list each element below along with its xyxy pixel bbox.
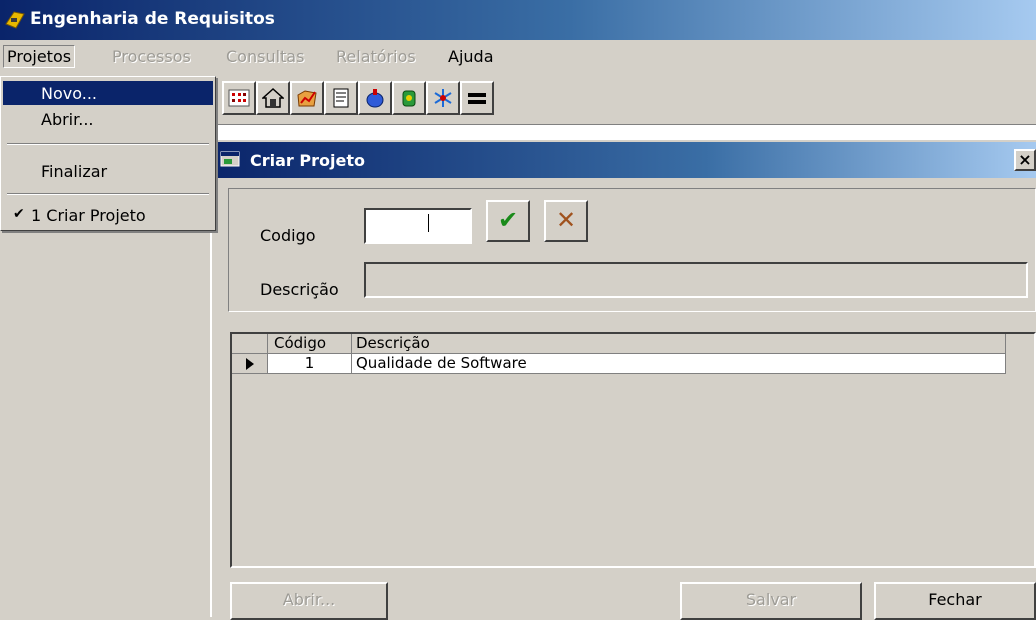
menu-projetos[interactable]: Projetos — [3, 45, 76, 68]
tool-icon — [402, 90, 416, 107]
app-title: Engenharia de Requisitos — [30, 9, 275, 29]
menu-item-abrir-label: Abrir... — [41, 110, 94, 129]
snowflake-icon — [434, 89, 452, 107]
dialog-titlebar: Criar Projeto — [210, 142, 1036, 178]
projects-grid[interactable]: Código Descrição 1 Qualidade de Software — [230, 332, 1036, 568]
menu-item-abrir[interactable]: Abrir... — [3, 107, 213, 131]
toolbar-button-grid[interactable] — [222, 81, 256, 115]
menu-consultas[interactable]: Consultas — [226, 47, 304, 66]
descricao-label: Descrição — [260, 280, 339, 299]
toolbar — [218, 78, 1036, 122]
menu-processos[interactable]: Processos — [112, 47, 191, 66]
menubar: Projetos Processos Consultas Relatórios … — [0, 40, 1036, 74]
menu-ajuda[interactable]: Ajuda — [448, 47, 494, 66]
menu-separator — [7, 143, 209, 145]
menu-relatorios[interactable]: Relatórios — [336, 47, 416, 66]
toolbar-button-equals[interactable] — [460, 81, 494, 115]
cancel-button[interactable]: ✕ — [544, 200, 588, 242]
menu-item-recent-label: 1 Criar Projeto — [31, 206, 146, 225]
menu-separator — [7, 193, 209, 195]
menu-item-finalizar-label: Finalizar — [41, 162, 108, 181]
toolbar-button-snowflake[interactable] — [426, 81, 460, 115]
fechar-button[interactable]: Fechar — [874, 582, 1036, 620]
abrir-button[interactable]: Abrir... — [230, 582, 388, 620]
folder-chart-icon — [297, 90, 317, 107]
current-row-arrow-icon — [246, 358, 254, 370]
projetos-menu: Novo... Abrir... Finalizar ✔ 1 Criar Pro… — [0, 76, 216, 231]
app-titlebar: Engenharia de Requisitos — [0, 0, 1036, 40]
grid-indicator-header — [232, 334, 268, 354]
menu-item-recent-criar-projeto[interactable]: ✔ 1 Criar Projeto — [3, 203, 213, 227]
grid-cell-codigo[interactable]: 1 — [268, 354, 352, 374]
grid-header-descricao[interactable]: Descrição — [352, 334, 1006, 354]
app-logo-icon — [5, 11, 25, 29]
dialog-close-button[interactable]: × — [1014, 149, 1036, 171]
cup-icon — [366, 89, 384, 108]
toolbar-button-document[interactable] — [324, 81, 358, 115]
dialog-title: Criar Projeto — [250, 151, 365, 170]
menu-item-finalizar[interactable]: Finalizar — [3, 159, 213, 183]
checkmark-icon: ✔ — [498, 206, 519, 234]
house-icon — [262, 87, 284, 108]
text-caret — [428, 214, 429, 232]
menu-item-novo-label: Novo... — [41, 84, 97, 103]
menu-item-novo[interactable]: Novo... — [3, 81, 213, 105]
equals-icon — [468, 93, 486, 104]
row-indicator[interactable] — [232, 354, 268, 374]
salvar-button[interactable]: Salvar — [680, 582, 862, 620]
toolbar-button-folder[interactable] — [290, 81, 324, 115]
toolbar-status-strip — [210, 124, 1036, 141]
grid-cell-descricao[interactable]: Qualidade de Software — [352, 354, 1006, 374]
check-icon: ✔ — [13, 206, 25, 222]
document-icon — [333, 88, 349, 108]
confirm-button[interactable]: ✔ — [486, 200, 530, 242]
toolbar-button-cup[interactable] — [358, 81, 392, 115]
descricao-field[interactable] — [364, 262, 1028, 298]
codigo-label: Codigo — [260, 226, 316, 245]
grid-header-codigo[interactable]: Código — [268, 334, 352, 354]
dialog-window-icon — [220, 151, 240, 167]
toolbar-button-tool[interactable] — [392, 81, 426, 115]
grid-dots-icon — [228, 89, 250, 107]
toolbar-button-house[interactable] — [256, 81, 290, 115]
codigo-field[interactable] — [364, 208, 472, 244]
cross-icon: ✕ — [556, 206, 577, 234]
